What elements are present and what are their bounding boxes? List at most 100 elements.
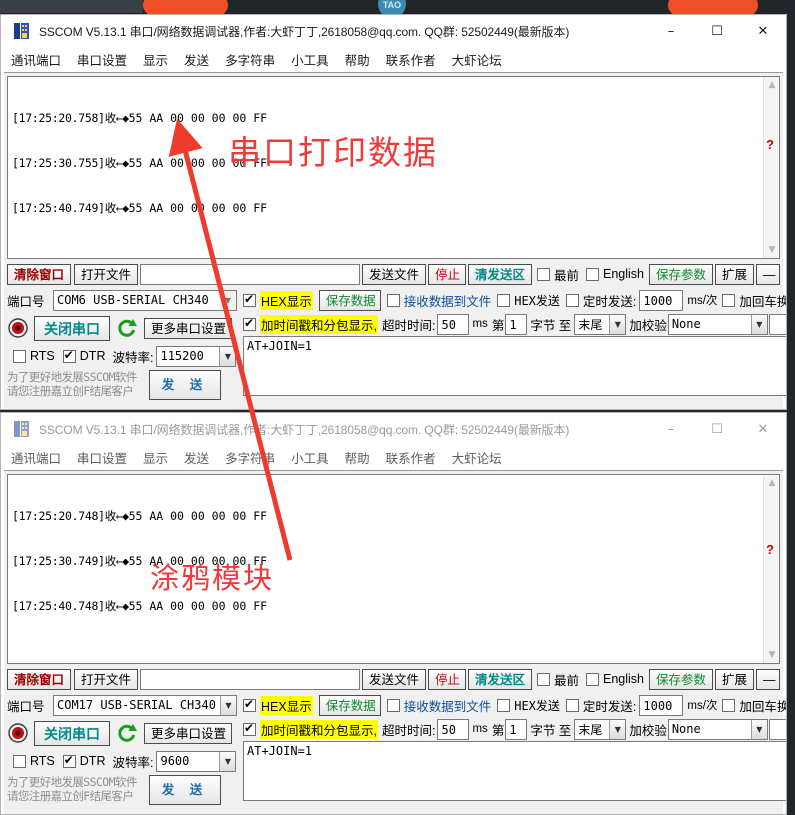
more-serial-settings-button[interactable]: 更多串口设置 <box>144 317 232 339</box>
chevron-down-icon[interactable]: ▼ <box>609 719 626 739</box>
save-data-button[interactable]: 保存数据 <box>318 694 381 716</box>
checksum-select[interactable]: None ▼ <box>667 718 768 740</box>
menu-item-contact-author[interactable]: 联系作者 <box>386 448 436 467</box>
menu-item-multi-string[interactable]: 多字符串 <box>225 50 275 69</box>
open-file-button[interactable]: 打开文件 <box>74 668 139 690</box>
english-checkbox-box[interactable] <box>585 672 599 686</box>
send-textarea[interactable]: AT+JOIN=1 ▲ ▼ <box>243 336 786 396</box>
menu-item-display[interactable]: 显示 <box>143 448 168 467</box>
menu-item-tools[interactable]: 小工具 <box>291 50 329 69</box>
menu-item-display[interactable]: 显示 <box>143 50 168 69</box>
nth-byte-input[interactable]: 1 <box>505 718 528 740</box>
title-bar[interactable]: SSCOM V5.13.1 串口/网络数据调试器,作者:大虾丁丁,2618058… <box>1 413 786 445</box>
chevron-down-icon[interactable]: ▼ <box>220 290 236 310</box>
sscom-window-secondary[interactable]: SSCOM V5.13.1 串口/网络数据调试器,作者:大虾丁丁,2618058… <box>0 412 787 815</box>
menu-item-comm-port[interactable]: 通讯端口 <box>11 448 61 467</box>
hex-display-checkbox[interactable]: HEX显示 <box>243 695 313 715</box>
timestamp-checkbox-box[interactable] <box>243 721 256 736</box>
refresh-icon[interactable] <box>116 317 138 339</box>
clear-window-button[interactable]: 清除窗口 <box>7 668 72 690</box>
chevron-down-icon[interactable]: ▼ <box>609 314 626 334</box>
hex-send-checkbox-box[interactable] <box>497 293 511 307</box>
menu-item-forum[interactable]: 大虾论坛 <box>452 50 502 69</box>
collapse-button[interactable]: — <box>756 668 780 690</box>
topmost-checkbox[interactable]: 最前 <box>536 265 579 284</box>
refresh-icon[interactable] <box>116 722 138 744</box>
topmost-checkbox[interactable]: 最前 <box>536 670 579 689</box>
receive-vertical-scrollbar[interactable]: ▲ ▼ <box>763 475 779 663</box>
close-port-button[interactable]: 关闭串口 <box>34 720 110 746</box>
crlf-checkbox[interactable]: 加回车换行 <box>722 291 786 310</box>
save-params-button[interactable]: 保存参数 <box>648 668 713 690</box>
save-data-button[interactable]: 保存数据 <box>318 289 381 311</box>
dtr-checkbox[interactable]: DTR <box>62 348 105 363</box>
rts-checkbox-box[interactable] <box>13 754 26 768</box>
title-bar[interactable]: SSCOM V5.13.1 串口/网络数据调试器,作者:大虾丁丁,2618058… <box>1 15 786 47</box>
port-select[interactable]: COM17 USB-SERIAL CH340 ▼ <box>53 694 237 716</box>
clear-send-area-button[interactable]: 清发送区 <box>467 668 532 690</box>
file-path-input[interactable] <box>140 668 360 690</box>
crlf-checkbox[interactable]: 加回车换行 <box>722 696 786 715</box>
extend-button[interactable]: 扩展 <box>714 668 754 690</box>
menu-item-send[interactable]: 发送 <box>184 50 209 69</box>
open-file-button[interactable]: 打开文件 <box>74 263 139 285</box>
scroll-up-icon[interactable]: ▲ <box>764 475 779 491</box>
dtr-checkbox-box[interactable] <box>62 348 76 363</box>
question-mark-icon[interactable]: ? <box>766 137 774 152</box>
chevron-down-icon[interactable]: ▼ <box>219 346 236 366</box>
crlf-checkbox-box[interactable] <box>722 698 736 712</box>
port-select[interactable]: COM6 USB-SERIAL CH340 ▼ <box>53 289 237 311</box>
english-checkbox[interactable]: English <box>585 672 644 686</box>
stop-button[interactable]: 停止 <box>427 263 466 285</box>
recv-to-file-checkbox-box[interactable] <box>386 698 400 712</box>
extend-button[interactable]: 扩展 <box>714 263 754 285</box>
hex-send-checkbox[interactable]: HEX发送 <box>497 697 560 714</box>
clear-send-area-button[interactable]: 清发送区 <box>467 263 532 285</box>
scroll-up-icon[interactable]: ▲ <box>764 77 779 93</box>
baud-rate-select[interactable]: 9600 ▼ <box>156 750 237 772</box>
crlf-checkbox-box[interactable] <box>722 293 736 307</box>
question-mark-icon[interactable]: ? <box>766 542 774 557</box>
hex-display-checkbox-box[interactable] <box>243 697 256 712</box>
rts-checkbox[interactable]: RTS <box>13 349 55 363</box>
close-port-button[interactable]: 关闭串口 <box>34 315 110 341</box>
recv-to-file-checkbox[interactable]: 接收数据到文件 <box>386 291 491 310</box>
send-file-button[interactable]: 发送文件 <box>361 263 426 285</box>
timed-send-interval-input[interactable]: 1000 <box>639 694 684 716</box>
dtr-checkbox[interactable]: DTR <box>62 753 105 768</box>
recv-to-file-checkbox[interactable]: 接收数据到文件 <box>386 696 491 715</box>
menu-item-comm-port[interactable]: 通讯端口 <box>11 50 61 69</box>
menu-bar[interactable]: 通讯端口 串口设置 显示 发送 多字符串 小工具 帮助 联系作者 大虾论坛 <box>1 445 786 470</box>
send-button[interactable]: 发 送 <box>149 775 221 805</box>
checksum-extra-input[interactable] <box>768 313 786 335</box>
file-path-input[interactable] <box>140 263 360 285</box>
collapse-button[interactable]: — <box>756 263 780 285</box>
timed-send-checkbox-box[interactable] <box>565 698 579 712</box>
checksum-extra-input[interactable] <box>768 718 786 740</box>
timestamp-checkbox-box[interactable] <box>243 316 256 331</box>
checksum-select[interactable]: None ▼ <box>667 313 768 335</box>
stop-button[interactable]: 停止 <box>427 668 466 690</box>
menu-item-send[interactable]: 发送 <box>184 448 209 467</box>
menu-item-serial-settings[interactable]: 串口设置 <box>77 448 127 467</box>
chevron-down-icon[interactable]: ▼ <box>220 695 236 715</box>
close-button[interactable]: ✕ <box>740 413 786 445</box>
hex-display-checkbox[interactable]: HEX显示 <box>243 290 313 310</box>
rts-checkbox-box[interactable] <box>13 349 26 363</box>
timed-send-checkbox-box[interactable] <box>565 293 579 307</box>
send-button[interactable]: 发 送 <box>149 370 221 400</box>
english-checkbox[interactable]: English <box>585 267 644 281</box>
timestamp-checkbox[interactable]: 加时间戳和分包显示, <box>243 719 378 739</box>
receive-vertical-scrollbar[interactable]: ▲ ▼ <box>763 77 779 258</box>
menu-item-forum[interactable]: 大虾论坛 <box>452 448 502 467</box>
menu-bar[interactable]: 通讯端口 串口设置 显示 发送 多字符串 小工具 帮助 联系作者 大虾论坛 <box>1 47 786 72</box>
range-end-select[interactable]: 末尾 ▼ <box>574 313 627 335</box>
maximize-button[interactable]: ☐ <box>694 413 740 445</box>
recv-to-file-checkbox-box[interactable] <box>386 293 400 307</box>
menu-item-help[interactable]: 帮助 <box>345 50 370 69</box>
maximize-button[interactable]: ☐ <box>694 15 740 47</box>
sscom-window-primary[interactable]: SSCOM V5.13.1 串口/网络数据调试器,作者:大虾丁丁,2618058… <box>0 14 787 410</box>
receive-textarea[interactable]: [17:25:20.758]收←◆55 AA 00 00 00 00 FF [1… <box>7 76 780 259</box>
baud-rate-select[interactable]: 115200 ▼ <box>156 345 237 367</box>
close-button[interactable]: ✕ <box>740 15 786 47</box>
